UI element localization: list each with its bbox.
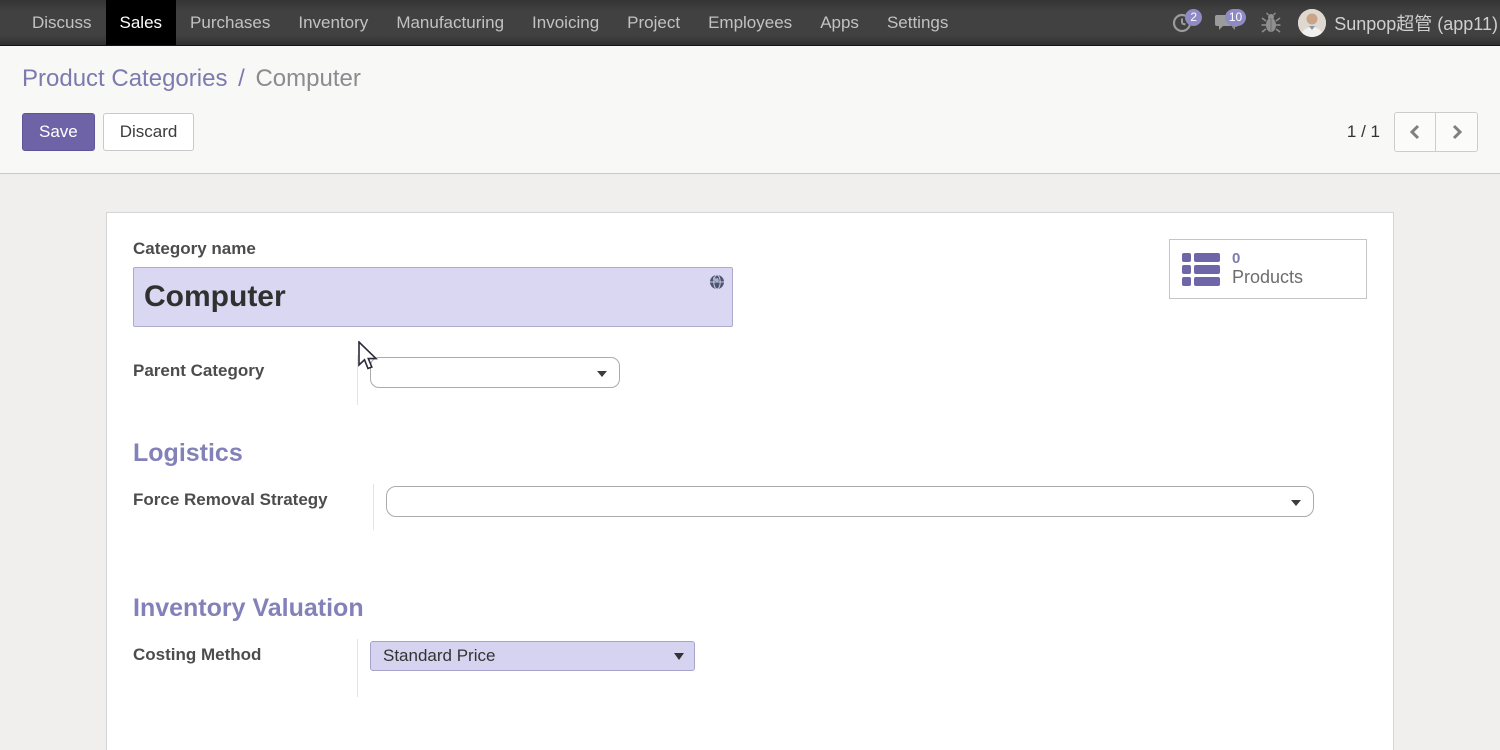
messages-bubble-icon[interactable]: 10	[1210, 8, 1244, 38]
nav-item-inventory[interactable]: Inventory	[284, 0, 382, 45]
select-arrow-icon	[674, 653, 684, 660]
pager: 1 / 1	[1347, 112, 1478, 152]
user-menu[interactable]: Sunpop超管 (app11)	[1298, 9, 1500, 37]
parent-category-label: Parent Category	[133, 361, 357, 381]
costing-method-select[interactable]: Standard Price	[370, 641, 695, 671]
chevron-right-icon	[1450, 124, 1464, 140]
top-navbar: Discuss Sales Purchases Inventory Manufa…	[0, 0, 1500, 46]
logistics-section-title: Logistics	[133, 439, 1367, 468]
nav-item-purchases[interactable]: Purchases	[176, 0, 284, 45]
inventory-valuation-section-title: Inventory Valuation	[133, 594, 1367, 623]
pager-value: 1 / 1	[1347, 122, 1380, 142]
activity-count-badge: 2	[1185, 9, 1202, 26]
products-label: Products	[1232, 267, 1303, 288]
nav-item-employees[interactable]: Employees	[694, 0, 806, 45]
bug-icon	[1261, 12, 1281, 34]
app-menu: Discuss Sales Purchases Inventory Manufa…	[0, 0, 962, 45]
pager-previous-button[interactable]	[1394, 112, 1436, 152]
user-avatar	[1298, 9, 1326, 37]
chevron-left-icon	[1408, 124, 1422, 140]
costing-method-value: Standard Price	[383, 646, 495, 666]
nav-item-manufacturing[interactable]: Manufacturing	[382, 0, 518, 45]
costing-method-label: Costing Method	[133, 645, 357, 665]
nav-item-project[interactable]: Project	[613, 0, 694, 45]
dropdown-arrow-icon	[1291, 500, 1301, 506]
breadcrumb-separator: /	[234, 65, 249, 92]
user-name-label: Sunpop超管 (app11)	[1334, 10, 1498, 36]
breadcrumb: Product Categories / Computer	[22, 64, 1478, 94]
save-button[interactable]: Save	[22, 113, 95, 151]
translate-globe-icon[interactable]	[709, 274, 725, 290]
nav-item-apps[interactable]: Apps	[806, 0, 873, 45]
breadcrumb-current: Computer	[255, 65, 360, 92]
nav-item-invoicing[interactable]: Invoicing	[518, 0, 613, 45]
parent-category-select[interactable]	[370, 357, 620, 388]
pager-next-button[interactable]	[1436, 112, 1478, 152]
activities-clock-icon[interactable]: 2	[1166, 8, 1200, 38]
products-stat-button[interactable]: 0 Products	[1169, 239, 1367, 299]
discard-button[interactable]: Discard	[103, 113, 195, 151]
message-count-badge: 10	[1225, 9, 1246, 26]
control-panel: Product Categories / Computer Save Disca…	[0, 46, 1500, 174]
force-removal-strategy-label: Force Removal Strategy	[133, 490, 373, 510]
dropdown-arrow-icon	[597, 371, 607, 377]
debug-bug-icon[interactable]	[1254, 8, 1288, 38]
nav-item-discuss[interactable]: Discuss	[18, 0, 106, 45]
force-removal-strategy-select[interactable]	[386, 486, 1314, 517]
content-area: Category name 0 Products	[0, 174, 1500, 750]
products-count: 0	[1232, 250, 1303, 267]
breadcrumb-parent-link[interactable]: Product Categories	[22, 65, 227, 92]
nav-item-sales[interactable]: Sales	[106, 0, 177, 45]
category-name-label: Category name	[133, 239, 733, 259]
list-icon	[1182, 253, 1220, 286]
category-name-input[interactable]	[133, 267, 733, 327]
form-sheet: Category name 0 Products	[106, 212, 1394, 750]
nav-item-settings[interactable]: Settings	[873, 0, 962, 45]
